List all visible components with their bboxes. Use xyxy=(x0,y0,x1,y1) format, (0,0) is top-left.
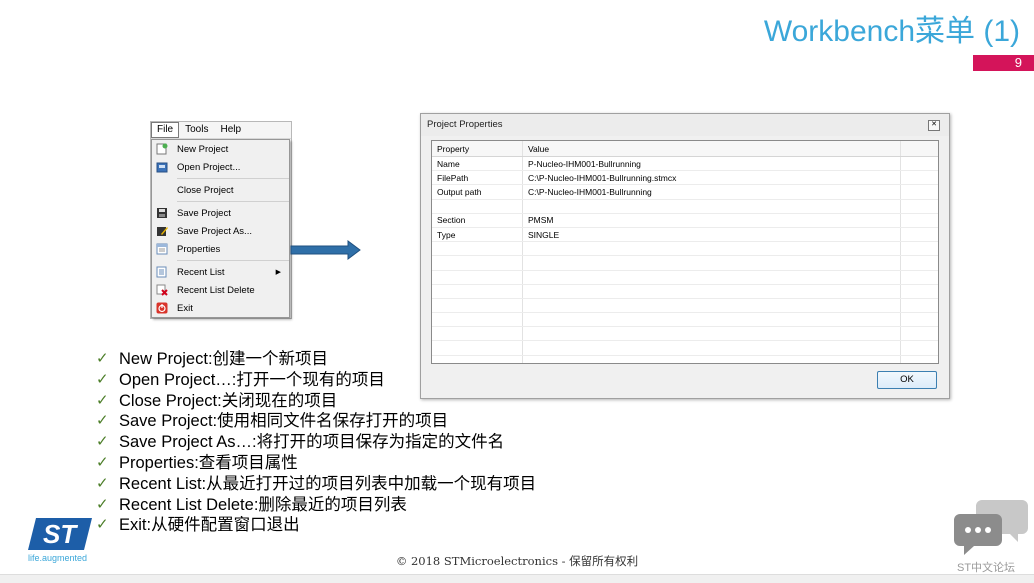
list-item: ✓ New Project: 创建一个新项目 xyxy=(96,350,329,368)
menu-item-label: Close Project xyxy=(177,184,234,196)
menu-item-label: Recent List Delete xyxy=(177,284,255,296)
save-icon xyxy=(155,207,169,219)
exit-icon xyxy=(155,302,169,314)
dialog-title: Project Properties xyxy=(421,114,949,136)
slide-title: Workbench菜单 (1) xyxy=(763,15,1020,48)
new-project-icon xyxy=(155,143,169,155)
file-menu-screenshot: File Tools Help New Project Open Project… xyxy=(150,121,292,319)
pointer-arrow-icon xyxy=(290,240,362,265)
copyright-footer: © 2018 STMicroelectronics - 保留所有权利 xyxy=(395,554,639,568)
checkmark-icon: ✓ xyxy=(96,391,109,409)
recent-delete-icon xyxy=(155,284,169,296)
checkmark-icon: ✓ xyxy=(96,474,109,492)
ok-button[interactable]: OK xyxy=(877,371,937,389)
menu-item-close-project[interactable]: Close Project xyxy=(152,181,289,199)
feature-bullet-list: ✓ New Project: 创建一个新项目 ✓ Open Project…: 打开… xyxy=(96,349,536,536)
menu-item-new-project[interactable]: New Project xyxy=(152,140,289,158)
chat-bubble-icon xyxy=(954,496,1028,561)
menu-item-properties[interactable]: Properties xyxy=(152,240,289,258)
menu-bar: File Tools Help xyxy=(151,122,291,139)
menu-separator xyxy=(177,178,289,179)
list-item: ✓ Properties: 查看项目属性 xyxy=(96,453,298,472)
open-project-icon xyxy=(155,161,169,173)
column-header-value: Value xyxy=(522,141,901,157)
properties-icon xyxy=(155,243,169,255)
menu-item-label: Exit xyxy=(177,302,193,314)
table-row xyxy=(432,255,938,271)
forum-label: ST中文论坛 xyxy=(957,562,1016,574)
checkmark-icon: ✓ xyxy=(96,370,109,388)
table-row xyxy=(432,298,938,314)
list-item: ✓ Exit: 从硬件配置窗口退出 xyxy=(96,516,300,535)
submenu-arrow-icon: ▶ xyxy=(275,269,281,276)
checkmark-icon: ✓ xyxy=(96,412,109,430)
table-row xyxy=(432,284,938,299)
menu-item-exit[interactable]: Exit xyxy=(152,299,289,317)
menu-item-label: Save Project xyxy=(177,207,231,219)
menu-item-label: Recent List xyxy=(177,266,225,278)
checkmark-icon: ✓ xyxy=(96,516,109,534)
menu-separator xyxy=(177,260,289,261)
page-number-badge: 9 xyxy=(973,55,1034,71)
recent-list-icon xyxy=(155,266,169,278)
menu-item-label: Properties xyxy=(177,243,221,255)
table-row xyxy=(432,326,938,342)
list-item: ✓ Save Project: 使用相同文件名保存打开的项目 xyxy=(96,412,449,431)
table-row[interactable]: Section PMSM xyxy=(432,213,938,228)
menu-item-label: Open Project... xyxy=(177,161,241,173)
table-row xyxy=(432,270,938,285)
properties-grid: Property Value Name P-Nucleo-IHM001-Bullr… xyxy=(431,140,939,364)
st-logo: ST xyxy=(28,516,94,557)
checkmark-icon: ✓ xyxy=(96,453,109,471)
save-as-icon xyxy=(155,225,169,237)
table-row[interactable] xyxy=(432,199,938,214)
menu-help[interactable]: Help xyxy=(214,122,247,138)
table-row[interactable]: Output path C:\P-Nucleo-IHM001-Bullrunnin… xyxy=(432,184,938,200)
menu-item-recent-list[interactable]: Recent List ▶ xyxy=(152,263,289,281)
svg-text:ST: ST xyxy=(43,519,78,549)
menu-item-open-project[interactable]: Open Project... xyxy=(152,158,289,176)
list-item: ✓ Save Project As…: 将打开的项目保存为指定的文件名 xyxy=(96,433,505,452)
menu-item-label: Save Project As... xyxy=(177,225,252,237)
list-item: ✓ Recent List Delete: 删除最近的项目列表 xyxy=(96,495,407,514)
checkmark-icon: ✓ xyxy=(96,433,109,451)
table-header-row: Property Value xyxy=(432,141,938,157)
menu-item-label: New Project xyxy=(177,143,229,155)
column-header-property: Property xyxy=(432,141,523,157)
menu-tools[interactable]: Tools xyxy=(179,122,214,138)
table-row[interactable]: FilePath C:\P-Nucleo-IHM001-Bullrunning.s… xyxy=(432,170,938,186)
menu-item-recent-list-delete[interactable]: Recent List Delete xyxy=(152,281,289,299)
table-row xyxy=(432,241,938,257)
menu-separator xyxy=(177,201,289,202)
list-item: ✓ Close Project: 关闭现在的项目 xyxy=(96,391,338,410)
list-item: ✓ Open Project…: 打开一个现有的项目 xyxy=(96,370,385,389)
menu-file[interactable]: File xyxy=(151,122,180,138)
list-item: ✓ Recent List: 从最近打开过的项目列表中加载一个现有项目 xyxy=(96,474,537,493)
file-dropdown: New Project Open Project... Close Projec… xyxy=(151,139,290,318)
checkmark-icon: ✓ xyxy=(96,495,109,513)
table-row[interactable]: Name P-Nucleo-IHM001-Bullrunning xyxy=(432,156,938,172)
checkmark-icon: ✓ xyxy=(96,350,109,367)
close-icon[interactable]: ✕ xyxy=(928,120,940,131)
table-row xyxy=(432,312,938,328)
table-row[interactable]: Type SINGLE xyxy=(432,227,938,243)
menu-item-save-project-as[interactable]: Save Project As... xyxy=(152,222,289,240)
menu-item-save-project[interactable]: Save Project xyxy=(152,204,289,222)
